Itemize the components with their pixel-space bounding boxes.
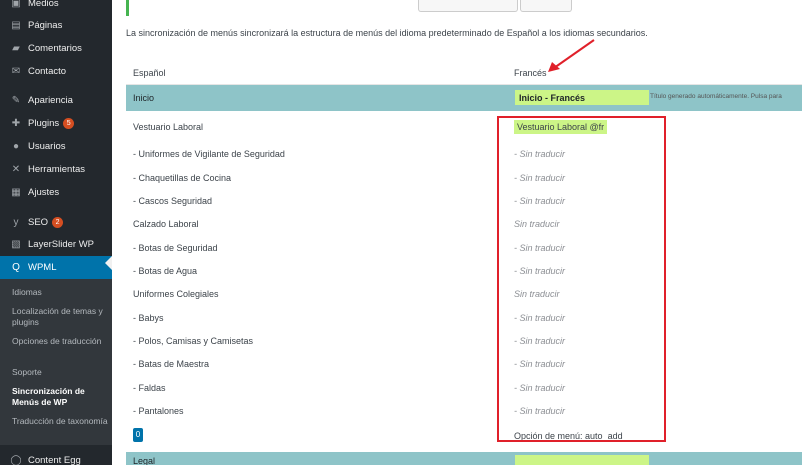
sidebar-item-content-egg[interactable]: ◯ Content Egg (0, 449, 112, 465)
sidebar-item-comentarios[interactable]: ▰ Comentarios (0, 37, 112, 59)
annotation-highlight-box (497, 116, 666, 442)
item-label-es: Uniformes Colegiales (133, 289, 219, 299)
seo-count-badge: 2 (52, 216, 64, 228)
menu-item-row: - Botas de Seguridad - Sin traducir (126, 237, 802, 260)
sidebar-item-ajustes[interactable]: ▦ Ajustes (0, 181, 112, 203)
sidebar-item-label: Content Egg (28, 454, 81, 465)
menu-item-row: - Polos, Camisas y Camisetas - Sin traduc… (126, 330, 802, 353)
auto-title-note: Título generado automáticamente. Pulsa p… (650, 93, 782, 100)
submenu-item-traduccion-taxonomia[interactable]: Traducción de taxonomía (12, 416, 108, 427)
option-row: 0 Opción de menú: auto_add (126, 426, 802, 448)
sidebar-item-apariencia[interactable]: ✎ Apariencia (0, 89, 112, 111)
plugin-icon: ✚ (11, 117, 21, 129)
menu-item-row: Calzado Laboral Sin traducir (126, 213, 802, 236)
menu-item-row: - Chaquetillas de Cocina - Sin traducir (126, 167, 802, 190)
menu-item-row: - Babys - Sin traducir (126, 307, 802, 330)
menu-name-fr-next[interactable] (515, 455, 649, 465)
egg-icon: ◯ (10, 454, 22, 465)
sidebar-item-label: Comentarios (28, 42, 82, 54)
sidebar-item-label: Ajustes (28, 186, 60, 198)
menu-item-row: - Batas de Maestra - Sin traducir (126, 353, 802, 376)
top-button-right[interactable] (520, 0, 572, 12)
submenu-item-opciones-traduccion[interactable]: Opciones de traducción (12, 336, 108, 347)
item-label-es: - Pantalones (133, 406, 184, 416)
sidebar-item-label: Plugins (28, 117, 60, 129)
sidebar-item-plugins[interactable]: ✚ Plugins 5 (0, 112, 112, 134)
menu-name-fr[interactable]: Inicio - Francés (515, 90, 649, 105)
item-label-es: - Cascos Seguridad (133, 196, 213, 206)
menu-name-es: Inicio (133, 93, 155, 103)
top-button-left[interactable] (418, 0, 518, 12)
sidebar-item-herramientas[interactable]: ✕ Herramientas (0, 158, 112, 180)
sidebar-item-label: Medios (28, 0, 59, 9)
item-label-es: - Chaquetillas de Cocina (133, 173, 232, 183)
sidebar-item-label: Herramientas (28, 163, 86, 175)
wpml-icon: Q (12, 262, 20, 273)
item-label-es: - Botas de Seguridad (133, 243, 218, 253)
submenu-item-sincronizacion-menus[interactable]: Sincronización de Menús de WP (12, 386, 108, 408)
comments-icon: ▰ (12, 42, 20, 54)
sidebar-item-label: Apariencia (28, 94, 73, 106)
submenu-item-idiomas[interactable]: Idiomas (12, 287, 108, 298)
sidebar-item-paginas[interactable]: ▤ Páginas (0, 14, 112, 36)
pages-icon: ▤ (11, 19, 21, 31)
menu-item-row: - Botas de Agua - Sin traducir (126, 260, 802, 283)
menu-item-row: - Uniformes de Vigilante de Seguridad - S… (126, 143, 802, 166)
item-label-es: - Babys (133, 313, 164, 323)
sidebar-item-label: LayerSlider WP (28, 238, 94, 250)
item-label-es: - Botas de Agua (133, 266, 198, 276)
menu-name-es-next: Legal (133, 456, 156, 465)
menu-item-row: Uniformes Colegiales Sin traducir (126, 283, 802, 306)
users-icon: ● (12, 140, 20, 152)
brush-icon: ✎ (11, 94, 21, 106)
sidebar-item-label: Usuarios (28, 140, 66, 152)
main-content: La sincronización de menús sincronizará … (112, 0, 802, 465)
item-label-es: Calzado Laboral (133, 219, 199, 229)
sync-table: Español Francés Inicio Inicio - Francés … (126, 60, 802, 465)
column-header-es: Español (133, 68, 166, 78)
wrench-icon: ✕ (11, 163, 21, 175)
item-label-es: - Batas de Maestra (133, 359, 210, 369)
option-count-button[interactable]: 0 (133, 428, 143, 442)
submenu-item-soporte[interactable]: Soporte (12, 367, 108, 378)
item-label-es: - Polos, Camisas y Camisetas (133, 336, 254, 346)
layerslider-icon: ▧ (11, 238, 21, 250)
envelope-icon: ✉ (11, 65, 21, 77)
sidebar-item-label: Contacto (28, 65, 67, 77)
sidebar-item-layerslider[interactable]: ▧ LayerSlider WP (0, 233, 112, 255)
sidebar-item-medios[interactable]: ▣ Medios (0, 0, 112, 14)
menu-item-row: - Faldas - Sin traducir (126, 377, 802, 400)
item-label-es: - Faldas (133, 383, 166, 393)
admin-sidebar: ▣ Medios ▤ Páginas ▰ Comentarios ✉ Contacto … (0, 0, 112, 465)
settings-icon: ▦ (11, 186, 21, 198)
menu-row: Inicio Inicio - Francés Título generado … (126, 85, 802, 111)
submenu-item-localizacion[interactable]: Localización de temas y plugins (12, 306, 108, 328)
menu-item-row: Vestuario Laboral Vestuario Laboral @fr (126, 116, 802, 139)
sidebar-item-usuarios[interactable]: ● Usuarios (0, 135, 112, 157)
item-label-es: - Uniformes de Vigilante de Seguridad (133, 149, 285, 159)
sidebar-item-wpml[interactable]: Q WPML (0, 256, 112, 279)
sidebar-item-contacto[interactable]: ✉ Contacto (0, 60, 112, 82)
menu-item-row: - Cascos Seguridad - Sin traducir (126, 190, 802, 213)
menu-item-row: - Pantalones - Sin traducir (126, 400, 802, 423)
sidebar-item-seo[interactable]: y SEO 2 (0, 211, 112, 233)
table-header: Español Francés (126, 60, 802, 85)
notice-border (126, 0, 129, 16)
yoast-icon: y (13, 216, 19, 228)
current-menu-arrow (105, 256, 112, 270)
menu-row-next: Legal (126, 452, 802, 465)
item-label-es: Vestuario Laboral (133, 122, 204, 132)
sidebar-item-label: WPML (28, 262, 57, 273)
sidebar-item-label: Páginas (28, 19, 63, 31)
sidebar-item-label: SEO (28, 216, 49, 228)
annotation-arrow (548, 39, 595, 72)
update-count-badge: 5 (63, 117, 75, 129)
media-icon: ▣ (11, 0, 21, 9)
wpml-submenu: Idiomas Localización de temas y plugins … (0, 279, 112, 445)
